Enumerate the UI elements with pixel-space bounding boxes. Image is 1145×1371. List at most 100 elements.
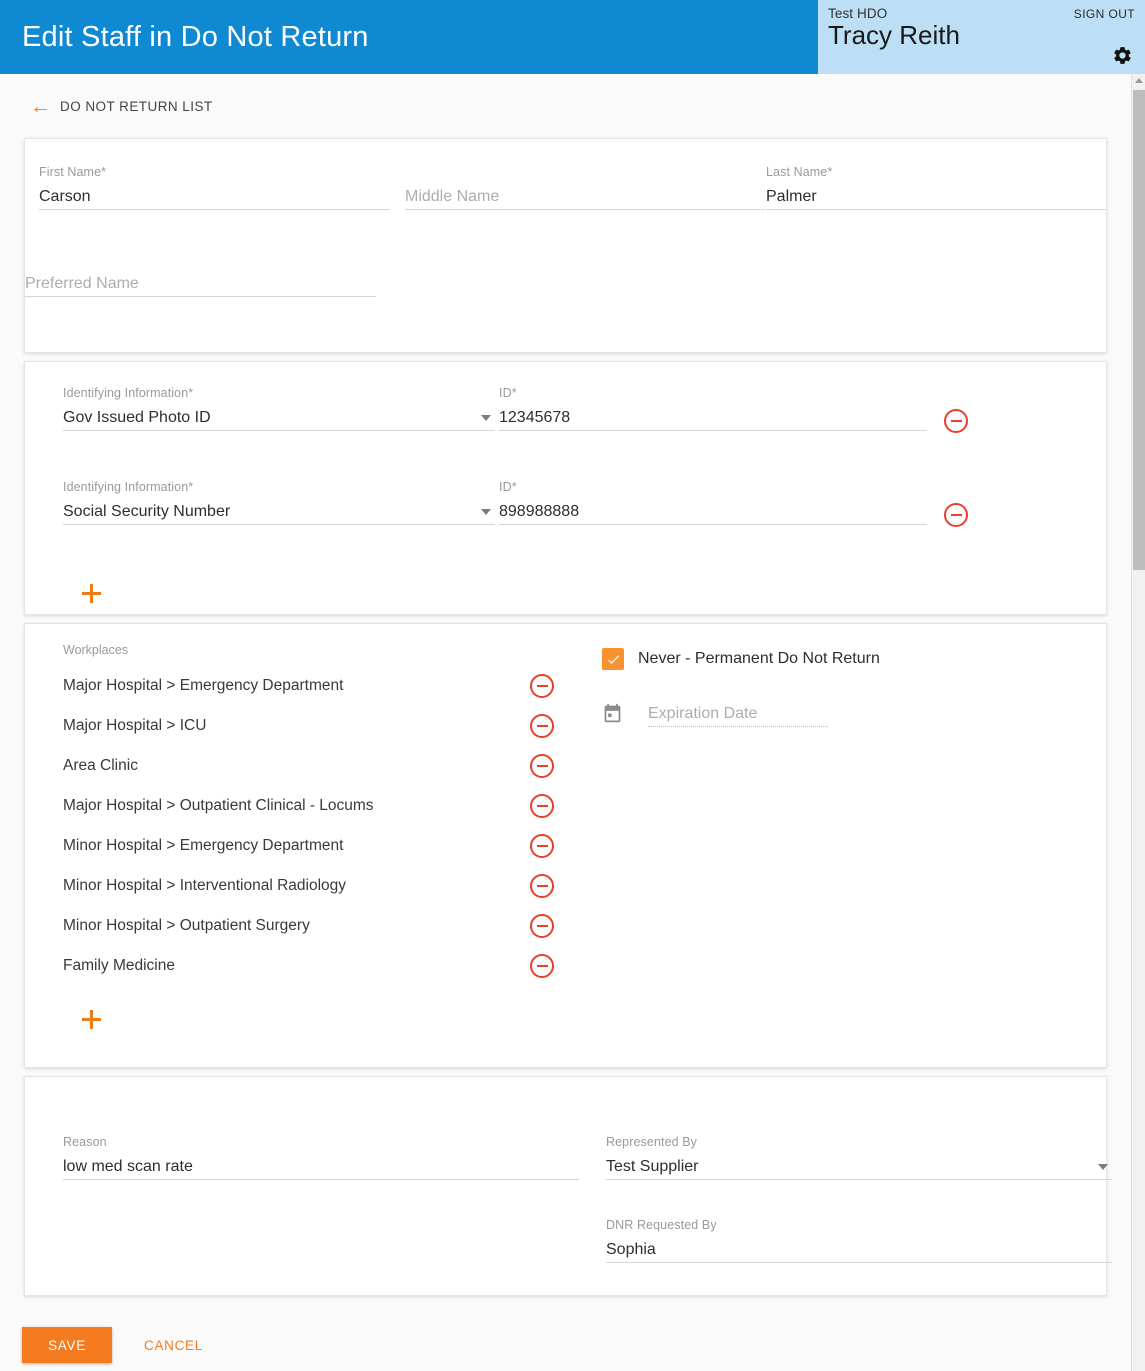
list-item: Minor Hospital > Outpatient Surgery xyxy=(25,906,585,946)
form-scroll-area[interactable]: First Name* Carson Middle Name Last Name… xyxy=(0,138,1131,1319)
scrollbar-thumb[interactable] xyxy=(1133,90,1145,570)
workplaces-card: Workplaces Major Hospital > Emergency De… xyxy=(24,623,1107,1068)
identifying-id-field-1[interactable]: ID* 898988888 xyxy=(499,480,927,525)
remove-workplace-button-7[interactable] xyxy=(530,954,554,978)
remove-workplace-button-6[interactable] xyxy=(530,914,554,938)
remove-circle-icon xyxy=(530,914,554,938)
identifying-row: Identifying Information* Social Security… xyxy=(25,480,1106,529)
save-button[interactable]: SAVE xyxy=(22,1327,112,1363)
details-card: Reason low med scan rate Represented By … xyxy=(24,1076,1112,1296)
name-row: First Name* Carson Middle Name Last Name… xyxy=(39,165,1106,225)
page-title-banner: Edit Staff in Do Not Return xyxy=(0,0,818,74)
workplace-label: Area Clinic xyxy=(63,757,138,774)
identifying-type-label: Identifying Information* xyxy=(63,480,194,494)
remove-workplace-button-1[interactable] xyxy=(530,714,554,738)
remove-workplace-button-4[interactable] xyxy=(530,834,554,858)
gear-icon[interactable] xyxy=(1111,44,1133,66)
chevron-down-icon xyxy=(481,415,491,421)
dnr-requested-by-input[interactable]: Sophia xyxy=(606,1236,1112,1263)
workplace-label: Major Hospital > ICU xyxy=(63,717,207,734)
never-permanent-checkbox[interactable] xyxy=(602,648,624,670)
identifying-type-field-0[interactable]: Identifying Information* Gov Issued Phot… xyxy=(63,386,495,431)
list-item: Major Hospital > Emergency Department xyxy=(25,666,585,706)
remove-circle-icon xyxy=(530,954,554,978)
workplace-label: Family Medicine xyxy=(63,957,175,974)
list-item: Major Hospital > ICU xyxy=(25,706,585,746)
expiration-date-row: Expiration Date xyxy=(602,700,828,727)
remove-circle-icon xyxy=(530,754,554,778)
remove-circle-icon xyxy=(530,874,554,898)
first-name-field[interactable]: First Name* Carson xyxy=(39,165,390,210)
remove-circle-icon xyxy=(530,794,554,818)
first-name-input[interactable]: Carson xyxy=(39,183,390,210)
remove-identifying-button-1[interactable] xyxy=(944,503,968,527)
middle-name-input[interactable]: Middle Name xyxy=(405,183,765,210)
expiration-date-field: Expiration Date xyxy=(648,700,828,727)
breadcrumb-bar: ← DO NOT RETURN LIST xyxy=(0,74,1131,138)
workplaces-heading: Workplaces xyxy=(63,643,129,657)
back-arrow-icon: ← xyxy=(30,94,51,118)
remove-circle-icon xyxy=(530,674,554,698)
preferred-name-input[interactable]: Preferred Name xyxy=(25,270,376,297)
dnr-requested-by-field[interactable]: DNR Requested By Sophia xyxy=(606,1218,1112,1263)
remove-identifying-button-0[interactable] xyxy=(944,409,968,433)
identifying-id-label: ID* xyxy=(499,480,517,494)
chevron-down-icon xyxy=(1098,1164,1108,1170)
never-permanent-checkbox-row[interactable]: Never - Permanent Do Not Return xyxy=(602,648,880,670)
represented-by-label: Represented By xyxy=(606,1135,698,1149)
chevron-down-icon xyxy=(481,509,491,515)
identifying-id-field-0[interactable]: ID* 12345678 xyxy=(499,386,927,431)
middle-name-label xyxy=(405,165,765,180)
workplace-label: Major Hospital > Emergency Department xyxy=(63,677,344,694)
list-item: Minor Hospital > Emergency Department xyxy=(25,826,585,866)
sign-out-button[interactable]: SIGN OUT xyxy=(1074,7,1135,21)
workplaces-list: Major Hospital > Emergency Department Ma… xyxy=(25,666,585,986)
organization-label: Test HDO xyxy=(828,6,888,21)
represented-by-select[interactable]: Test Supplier xyxy=(606,1153,1112,1180)
last-name-label: Last Name* xyxy=(766,165,833,179)
workplace-label: Minor Hospital > Interventional Radiolog… xyxy=(63,877,347,894)
remove-circle-icon xyxy=(530,834,554,858)
remove-workplace-button-5[interactable] xyxy=(530,874,554,898)
remove-workplace-button-2[interactable] xyxy=(530,754,554,778)
page-title: Edit Staff in Do Not Return xyxy=(22,20,369,53)
remove-circle-icon xyxy=(944,503,968,527)
last-name-input[interactable]: Palmer xyxy=(766,183,1106,210)
reason-field[interactable]: Reason low med scan rate xyxy=(63,1135,579,1180)
cancel-button[interactable]: CANCEL xyxy=(144,1338,203,1353)
identifying-type-select-1[interactable]: Social Security Number xyxy=(63,498,495,525)
reason-label: Reason xyxy=(63,1135,107,1149)
remove-circle-icon xyxy=(530,714,554,738)
expiration-date-input: Expiration Date xyxy=(648,700,828,727)
footer-actions: SAVE CANCEL xyxy=(0,1319,1131,1371)
workplace-label: Minor Hospital > Emergency Department xyxy=(63,837,344,854)
never-permanent-label: Never - Permanent Do Not Return xyxy=(638,650,880,667)
remove-workplace-button-0[interactable] xyxy=(530,674,554,698)
middle-name-field[interactable]: Middle Name xyxy=(405,165,765,210)
list-item: Minor Hospital > Interventional Radiolog… xyxy=(25,866,585,906)
breadcrumb-label: DO NOT RETURN LIST xyxy=(60,98,213,114)
dnr-requested-by-label: DNR Requested By xyxy=(606,1218,717,1232)
remove-workplace-button-3[interactable] xyxy=(530,794,554,818)
list-item: Area Clinic xyxy=(25,746,585,786)
scroll-up-arrow-icon[interactable] xyxy=(1135,78,1143,83)
last-name-field[interactable]: Last Name* Palmer xyxy=(766,165,1106,210)
breadcrumb[interactable]: ← DO NOT RETURN LIST xyxy=(30,96,213,117)
identifying-information-card: Identifying Information* Gov Issued Phot… xyxy=(24,361,1107,615)
identifying-id-input-0[interactable]: 12345678 xyxy=(499,404,927,431)
identifying-id-input-1[interactable]: 898988888 xyxy=(499,498,927,525)
reason-input[interactable]: low med scan rate xyxy=(63,1153,579,1180)
top-bar: Edit Staff in Do Not Return Test HDO Tra… xyxy=(0,0,1145,74)
preferred-name-field[interactable]: Preferred Name xyxy=(25,252,376,297)
workplace-label: Major Hospital > Outpatient Clinical - L… xyxy=(63,797,374,814)
identifying-type-field-1[interactable]: Identifying Information* Social Security… xyxy=(63,480,495,525)
list-item: Family Medicine xyxy=(25,946,585,986)
page-scrollbar[interactable] xyxy=(1131,74,1145,1371)
preferred-name-label xyxy=(25,252,376,267)
identifying-row: Identifying Information* Gov Issued Phot… xyxy=(25,386,1106,435)
identifying-type-select-0[interactable]: Gov Issued Photo ID xyxy=(63,404,495,431)
calendar-icon[interactable] xyxy=(602,703,624,725)
user-name-label: Tracy Reith xyxy=(828,20,960,50)
workplace-label: Minor Hospital > Outpatient Surgery xyxy=(63,917,310,934)
represented-by-field[interactable]: Represented By Test Supplier xyxy=(606,1135,1112,1180)
